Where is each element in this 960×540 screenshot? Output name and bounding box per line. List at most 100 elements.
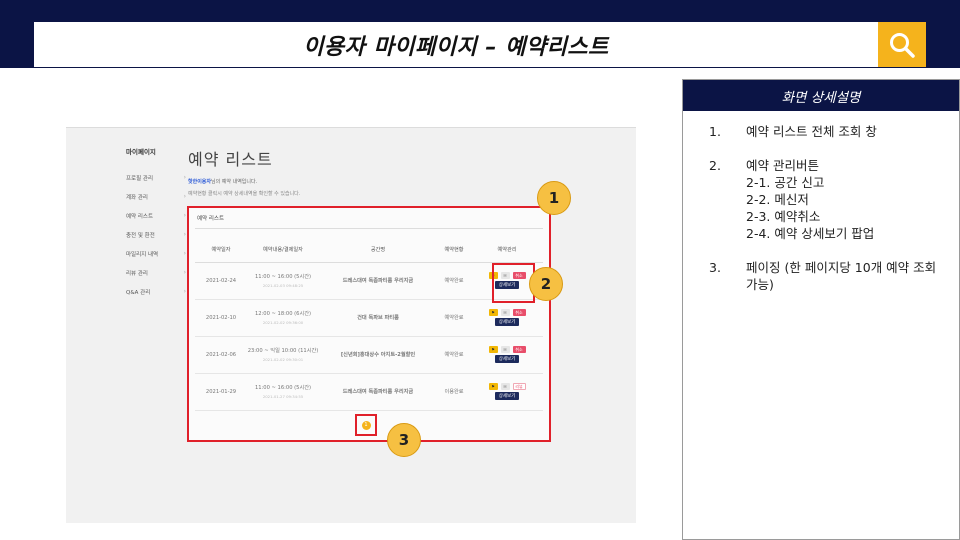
paid-date: 2021-02-03 09:48:25 (262, 283, 304, 288)
cell-status[interactable]: 예약완료 (437, 336, 471, 374)
cell-space[interactable]: 드레스대여 독좀파티룸 우리지금 (319, 262, 437, 300)
entry-line: 예약 리스트 전체 조회 창 (746, 124, 877, 139)
time-text: 11:00 ~ 16:00 (5시간) (254, 385, 312, 391)
report-space-button[interactable]: ⚑ (488, 346, 498, 353)
detail-view-button[interactable]: 상세보기 (494, 392, 520, 400)
table-row[interactable]: 2021-02-24 11:00 ~ 16:00 (5시간) 2021-02-03… (195, 262, 543, 300)
chevron-right-icon: › (183, 212, 186, 219)
sidebar-item-charge[interactable]: 충전 및 환전 › (126, 225, 186, 244)
search-icon (890, 32, 915, 58)
action-group: ⚑ ✉ 취소 상세보기 (471, 346, 543, 363)
detail-view-button[interactable]: 상세보기 (494, 318, 520, 326)
cell-status[interactable]: 예약완료 (437, 262, 471, 300)
panel-title: 예약 리스트 (197, 216, 225, 222)
cell-time: 23:00 ~ 익일 10:00 (11시간) 2021-02-02 09:30:… (247, 336, 319, 374)
search-button[interactable] (878, 22, 926, 67)
title-bar: 이용자 마이페이지 – 예약리스트 (34, 22, 878, 67)
description-entry: 1. 예약 리스트 전체 조회 창 (709, 123, 959, 140)
paid-date: 2021-02-02 09:30:01 (262, 357, 304, 362)
slide-title: 이용자 마이페이지 – 예약리스트 (303, 34, 609, 60)
action-row: ⚑ ✉ 취소 (488, 309, 526, 316)
sidebar-item-reviews[interactable]: 리뷰 관리 › (126, 263, 186, 282)
description-body: 1. 예약 리스트 전체 조회 창 2. 예약 관리버튼 2-1. 공간 신고 … (683, 111, 959, 293)
cancel-reservation-button[interactable]: 취소 (512, 309, 526, 316)
divider (195, 228, 543, 229)
entry-text: 예약 리스트 전체 조회 창 (746, 123, 959, 140)
entry-number: 3. (709, 260, 721, 275)
page-subtitle: 핫한이용자님의 예약 내역입니다. (188, 178, 300, 185)
cell-status[interactable]: 이용완료 (437, 373, 471, 411)
cell-space[interactable]: [신년회]홍대상수 아지트-2월할인 (319, 336, 437, 374)
cell-actions: ⚑ ✉ 취소 상세보기 (471, 336, 543, 374)
cancel-reservation-button[interactable]: 취소 (512, 346, 526, 353)
action-row: ⚑ ✉ 리뷰 (488, 383, 526, 390)
chevron-right-icon: › (183, 250, 186, 257)
sidebar-title: 마이페이지 (126, 148, 156, 156)
user-name: 핫한이용자 (188, 179, 212, 185)
cell-date: 2021-01-29 (195, 373, 247, 411)
cell-date: 2021-02-06 (195, 336, 247, 374)
sidebar-item-mileage[interactable]: 마일리지 내역 › (126, 244, 186, 263)
messenger-button[interactable]: ✉ (500, 309, 510, 316)
description-panel: 화면 상세설명 1. 예약 리스트 전체 조회 창 2. 예약 관리버튼 2-1… (682, 79, 960, 540)
paid-date: 2021-02-02 09:36:00 (262, 320, 304, 325)
sidebar-item-account[interactable]: 계좌 관리 › (126, 187, 186, 206)
page-title: 예약 리스트 (188, 150, 273, 169)
cell-space[interactable]: 드레스대여 독좀파티룸 우리지금 (319, 373, 437, 411)
time-text: 12:00 ~ 18:00 (6시간) (254, 311, 312, 317)
column-header: 예약관리 (471, 238, 543, 263)
paid-date: 2021-01-27 09:34:55 (262, 394, 304, 399)
cell-actions: ⚑ ✉ 취소 상세보기 (471, 299, 543, 337)
chevron-right-icon: › (183, 269, 186, 276)
cell-status[interactable]: 예약완료 (437, 299, 471, 337)
sidebar-item-profile[interactable]: 프로필 관리 › (126, 168, 186, 187)
subtitle-suffix: 님의 예약 내역입니다. (211, 179, 258, 185)
sidebar-item-label: Q&A 관리 (126, 289, 151, 296)
table-row[interactable]: 2021-01-29 11:00 ~ 16:00 (5시간) 2021-01-27… (195, 373, 543, 411)
page-header: 예약 리스트 핫한이용자님의 예약 내역입니다. 예약현황 클릭시 예약 상세내… (188, 146, 300, 197)
detail-view-button[interactable]: 상세보기 (494, 355, 520, 363)
sidebar-item-qna[interactable]: Q&A 관리 › (126, 282, 186, 301)
entry-line: 2-2. 메신저 (746, 192, 809, 207)
cell-date: 2021-02-10 (195, 299, 247, 337)
time-text: 11:00 ~ 16:00 (5시간) (254, 274, 312, 280)
review-button[interactable]: 리뷰 (512, 383, 526, 390)
time-text: 23:00 ~ 익일 10:00 (11시간) (247, 348, 319, 354)
messenger-button[interactable]: ✉ (500, 346, 510, 353)
reservation-table: 예약일자 예약내용/결제일자 공간명 예약현황 예약관리 2021-02-24 … (195, 238, 543, 411)
report-space-button[interactable]: ⚑ (488, 309, 498, 316)
entry-number: 1. (709, 124, 721, 139)
column-header: 예약내용/결제일자 (247, 238, 319, 263)
cell-time: 11:00 ~ 16:00 (5시간) 2021-01-27 09:34:55 (247, 373, 319, 411)
cell-time: 11:00 ~ 16:00 (5시간) 2021-02-03 09:48:25 (247, 262, 319, 300)
sidebar-item-label: 계좌 관리 (126, 194, 148, 201)
sidebar-item-label: 충전 및 환전 (126, 232, 155, 239)
table-header-row: 예약일자 예약내용/결제일자 공간명 예약현황 예약관리 (195, 238, 543, 263)
description-entry: 3. 페이징 (한 페이지당 10개 예약 조회 가능) (709, 259, 959, 293)
reservation-list-panel: 예약 리스트 예약일자 예약내용/결제일자 공간명 예약현황 예약관리 2021… (187, 206, 551, 442)
callout-badge-1: 1 (537, 181, 571, 215)
cell-time: 12:00 ~ 18:00 (6시간) 2021-02-02 09:36:00 (247, 299, 319, 337)
table-row[interactable]: 2021-02-06 23:00 ~ 익일 10:00 (11시간) 2021-0… (195, 336, 543, 374)
table-row[interactable]: 2021-02-10 12:00 ~ 18:00 (6시간) 2021-02-02… (195, 299, 543, 337)
entry-line: 예약 관리버튼 (746, 158, 819, 173)
mypage-sidebar: 마이페이지 프로필 관리 › 계좌 관리 › 예약 리스트 › 충전 및 환전 › 마일… (126, 146, 186, 301)
sidebar-item-label: 리뷰 관리 (126, 270, 148, 277)
action-group: ⚑ ✉ 리뷰 상세보기 (471, 383, 543, 400)
sidebar-item-label: 프로필 관리 (126, 175, 154, 182)
entry-line: 2-3. 예약취소 (746, 209, 821, 224)
cell-actions: ⚑ ✉ 리뷰 상세보기 (471, 373, 543, 411)
entry-number: 2. (709, 158, 721, 173)
sidebar-item-label: 예약 리스트 (126, 213, 154, 220)
column-header: 예약현황 (437, 238, 471, 263)
report-space-button[interactable]: ⚑ (488, 383, 498, 390)
entry-text: 페이징 (한 페이지당 10개 예약 조회 가능) (746, 259, 959, 293)
sidebar-item-reservations[interactable]: 예약 리스트 › (126, 206, 186, 225)
pagination: 1 (355, 414, 377, 436)
messenger-button[interactable]: ✉ (500, 383, 510, 390)
cell-space[interactable]: 건대 독파브 파티룸 (319, 299, 437, 337)
entry-line: 2-4. 예약 상세보기 팝업 (746, 226, 875, 241)
description-title: 화면 상세설명 (781, 89, 861, 106)
chevron-right-icon: › (183, 193, 186, 200)
page-button-1[interactable]: 1 (361, 420, 371, 430)
